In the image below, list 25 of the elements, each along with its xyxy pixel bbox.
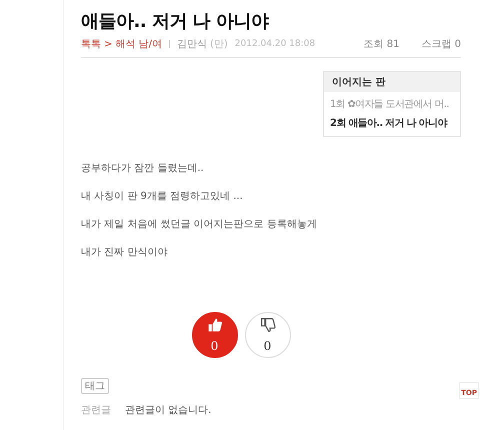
like-button[interactable]: 0	[192, 312, 238, 358]
post-title: 애들아.. 저거 나 아니야	[81, 10, 270, 33]
series-link[interactable]: 1회 ✿여자들 도서관에서 머..	[330, 97, 449, 111]
related-label: 관련글	[81, 404, 111, 417]
breadcrumb-link[interactable]: 해석 남/여	[115, 37, 162, 51]
post-date: 2012.04.20 18:08	[234, 39, 316, 49]
series-heading: 이어지는 판	[324, 72, 460, 92]
thumbs-up-icon	[206, 317, 222, 333]
breadcrumb-link[interactable]: 톡톡	[81, 37, 101, 51]
view-count: 조회 81	[364, 38, 400, 51]
thumbs-down-icon	[260, 317, 276, 333]
body-text: 내가 진짜 만식이야	[81, 246, 168, 260]
body-text: 내가 제일 처음에 썼던글 이어지는판으로 등록해놓게	[81, 218, 318, 232]
series-link[interactable]: 2회 애들아.. 저거 나 아니야	[330, 116, 447, 130]
author-name[interactable]: 김만식	[176, 37, 207, 51]
related-text: 관련글이 없습니다.	[125, 404, 212, 417]
breadcrumb-separator: >	[104, 38, 112, 50]
vote-count: 0	[264, 339, 272, 353]
vote-count: 0	[210, 339, 218, 353]
author-tag: (만)	[210, 37, 228, 51]
scrap-count: 스크랩 0	[421, 38, 461, 51]
dislike-button[interactable]: 0	[244, 312, 290, 358]
body-text: 공부하다가 잠깐 들렸는데..	[81, 162, 205, 176]
tag-label: 태그	[81, 378, 109, 394]
body-text: 내 사칭이 판 9개를 점령하고있네 ...	[81, 190, 244, 204]
